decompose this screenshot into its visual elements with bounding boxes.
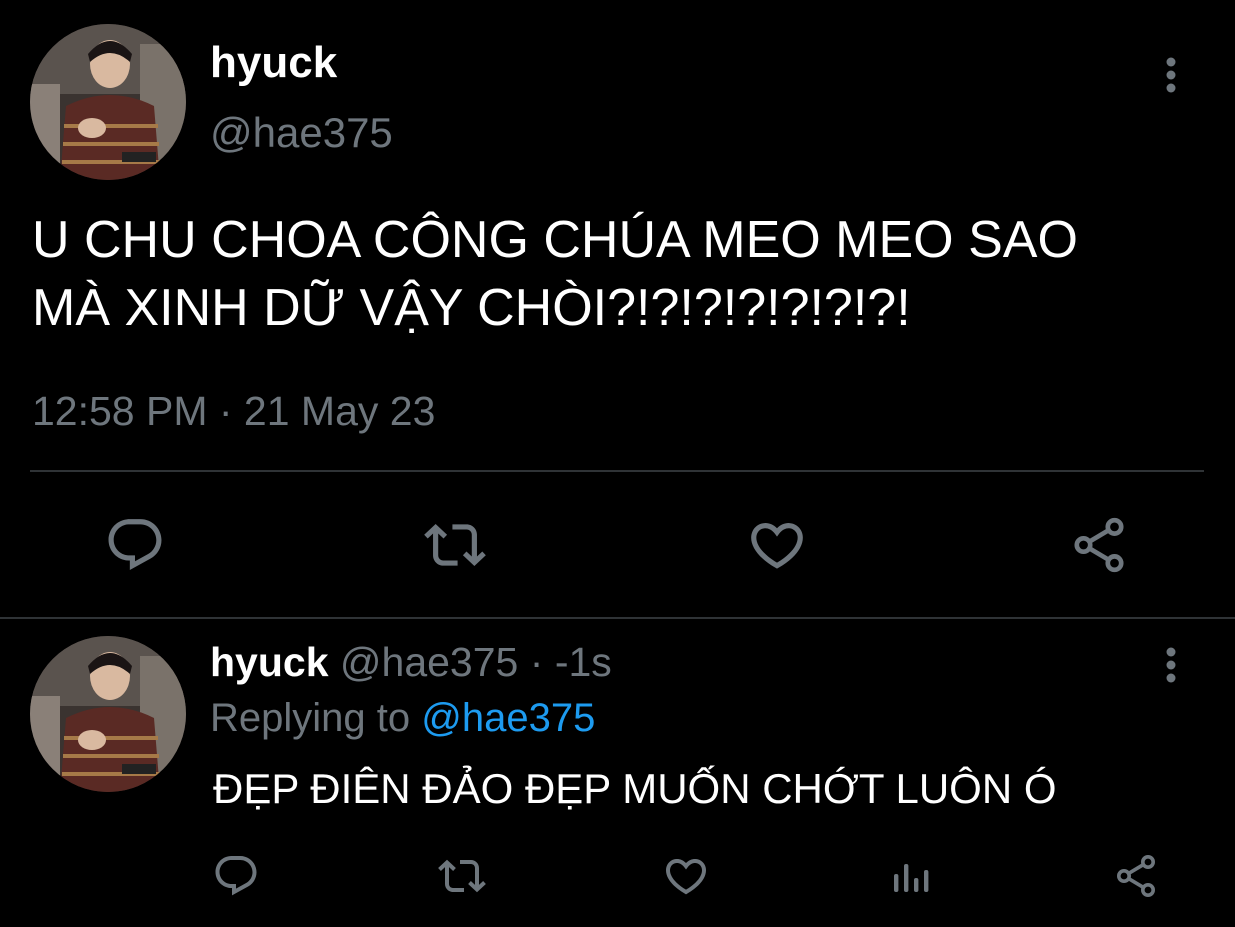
more-options-icon[interactable] xyxy=(1156,56,1186,101)
like-icon[interactable] xyxy=(746,514,808,581)
replying-to: Replying to @hae375 xyxy=(210,692,595,744)
reply-header: hyuck @hae375 · -1s xyxy=(210,636,612,688)
reply-display-name[interactable]: hyuck xyxy=(210,639,329,685)
analytics-icon[interactable] xyxy=(888,852,936,905)
reply-avatar[interactable] xyxy=(30,636,186,792)
display-name[interactable]: hyuck xyxy=(210,38,337,88)
avatar[interactable] xyxy=(30,24,186,180)
retweet-icon[interactable] xyxy=(424,514,486,581)
share-icon[interactable] xyxy=(1112,852,1160,905)
replying-to-handle-link[interactable]: @hae375 xyxy=(421,696,595,740)
reply-icon[interactable] xyxy=(212,852,260,905)
reply-tweet-text: ĐẸP ĐIÊN ĐẢO ĐẸP MUỐN CHỚT LUÔN Ó xyxy=(213,765,1057,812)
share-icon[interactable] xyxy=(1068,514,1130,581)
user-handle[interactable]: @hae375 xyxy=(210,108,393,158)
tweet-timestamp[interactable]: 12:58 PM · 21 May 23 xyxy=(32,386,435,436)
section-divider xyxy=(0,617,1235,619)
replying-to-label: Replying to xyxy=(210,696,411,740)
reply-separator: · xyxy=(529,639,544,685)
reply-time[interactable]: -1s xyxy=(555,639,612,685)
reply-more-options-icon[interactable] xyxy=(1156,646,1186,691)
tweet-text: U CHU CHOA CÔNG CHÚA MEO MEO SAO MÀ XINH… xyxy=(32,206,1182,342)
retweet-icon[interactable] xyxy=(438,852,486,905)
like-icon[interactable] xyxy=(662,852,710,905)
divider xyxy=(30,470,1204,472)
reply-icon[interactable] xyxy=(104,514,166,581)
tweet-text-line: MÀ XINH DỮ VẬY CHÒI?!?!?!?!?!?!?! xyxy=(32,279,911,337)
reply-user-handle[interactable]: @hae375 xyxy=(340,639,518,685)
tweet-text-line: U CHU CHOA CÔNG CHÚA MEO MEO SAO xyxy=(32,211,1078,269)
